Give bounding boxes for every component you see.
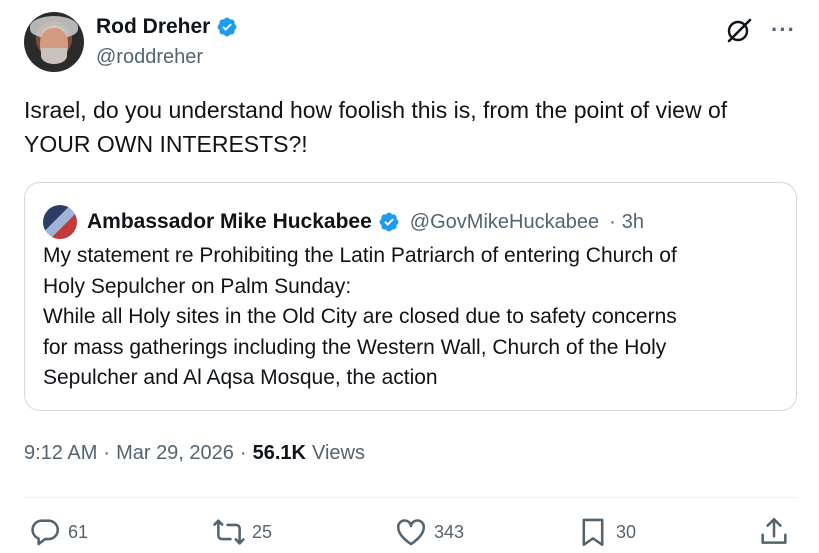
divider xyxy=(24,497,797,498)
repost-count: 25 xyxy=(252,521,273,542)
bookmark-icon xyxy=(582,518,604,547)
verified-badge-icon xyxy=(217,17,237,37)
bookmark-button[interactable]: 30 xyxy=(576,515,636,549)
repost-icon xyxy=(213,519,245,545)
more-icon[interactable]: ··· xyxy=(771,19,796,41)
tweet-time[interactable]: 9:12 AM xyxy=(24,442,97,465)
grok-icon[interactable] xyxy=(725,16,753,44)
share-button[interactable] xyxy=(757,515,791,549)
quoted-line: While all Holy sites in the Old City are… xyxy=(43,305,677,328)
reply-icon xyxy=(31,519,60,546)
meta-separator: · xyxy=(239,442,247,464)
like-count: 343 xyxy=(434,521,465,542)
tweet-text: Israel, do you understand how foolish th… xyxy=(24,97,728,157)
meta-separator: · xyxy=(103,442,111,464)
author-name-row[interactable]: Rod Dreher xyxy=(96,14,238,40)
author-display-name[interactable]: Rod Dreher xyxy=(96,14,210,40)
repost-button[interactable]: 25 xyxy=(212,515,272,549)
author-avatar[interactable] xyxy=(24,12,84,72)
quoted-handle: @GovMikeHuckabee xyxy=(409,210,600,233)
quoted-line: for mass gatherings including the Wester… xyxy=(43,335,667,359)
views-count: 56.1K xyxy=(252,442,306,464)
quoted-separator: · xyxy=(609,210,616,233)
views-label: Views xyxy=(311,442,365,464)
bookmark-count: 30 xyxy=(616,521,637,542)
quoted-display-name: Ambassador Mike Huckabee xyxy=(87,210,372,233)
quoted-avatar xyxy=(43,205,77,239)
reply-button[interactable]: 61 xyxy=(28,515,88,549)
tweet-meta: 9:12 AM · Mar 29, 2026 · 56.1K Views xyxy=(24,442,365,465)
quoted-tweet[interactable]: Ambassador Mike Huckabee @GovMikeHuckabe… xyxy=(24,182,797,411)
quoted-time: 3h xyxy=(621,210,644,233)
like-button[interactable]: 343 xyxy=(394,515,464,549)
share-icon xyxy=(761,517,787,544)
tweet-header: Rod Dreher @roddreher ··· xyxy=(24,12,800,74)
quoted-line: My statement re Prohibiting the Latin Pa… xyxy=(43,244,677,267)
like-icon xyxy=(396,519,426,546)
tweet-date[interactable]: Mar 29, 2026 xyxy=(116,442,234,465)
quoted-text: My statement re Prohibiting the Latin Pa… xyxy=(43,241,783,394)
quoted-header: Ambassador Mike Huckabee @GovMikeHuckabe… xyxy=(43,205,644,239)
reply-count: 61 xyxy=(68,521,89,542)
action-bar: 61 25 343 30 xyxy=(24,515,797,553)
top-actions: ··· xyxy=(725,16,796,44)
author-handle[interactable]: @roddreher xyxy=(96,42,238,72)
verified-badge-icon xyxy=(379,212,399,232)
quoted-line: Sepulcher and Al Aqsa Mosque, the action xyxy=(43,366,438,389)
quoted-line: Holy Sepulcher on Palm Sunday: xyxy=(43,274,352,298)
author-info: Rod Dreher @roddreher xyxy=(96,14,238,72)
